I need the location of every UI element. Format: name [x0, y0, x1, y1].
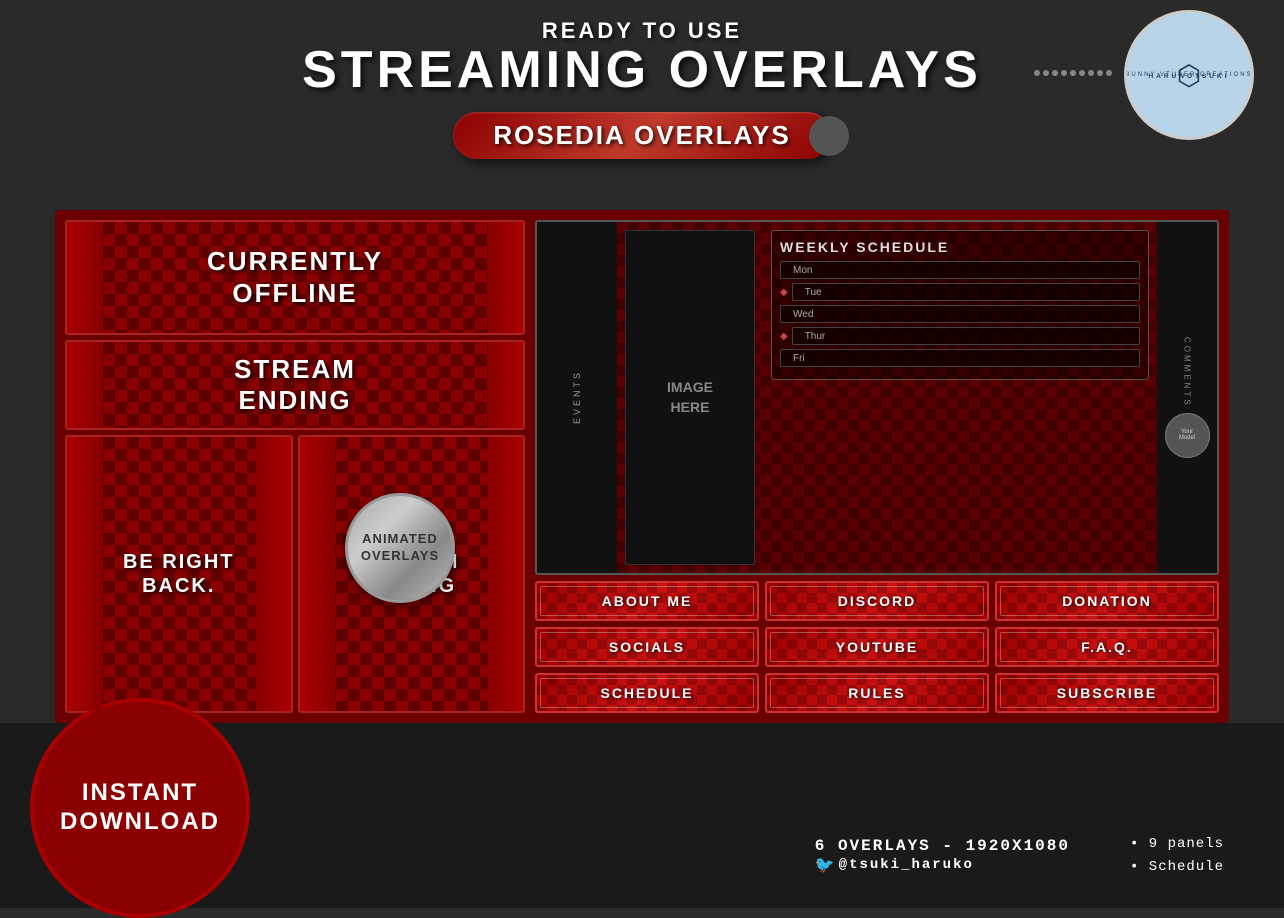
animated-badge-text: ANIMATEDOVERLAYS [361, 531, 439, 565]
offline-text: CURRENTLYOFFLINE [207, 246, 383, 308]
left-panels: CURRENTLYOFFLINE STREAMENDING BE RIGHTBA… [65, 220, 525, 713]
schedule-row-mon: Mon [780, 261, 1140, 279]
socials-label: SOCIALS [545, 639, 749, 655]
image-placeholder-text: IMAGEHERE [667, 378, 713, 417]
panels-count: • 9 panels [1130, 833, 1224, 855]
donation-label: DONATION [1005, 593, 1209, 609]
discord-button[interactable]: DISCORD [765, 581, 989, 621]
faq-label: F.A.Q. [1005, 639, 1209, 655]
image-placeholder-box: IMAGEHERE [625, 230, 755, 565]
schedule-row-thur: ◆ Thur [780, 327, 1140, 345]
schedule-button[interactable]: SCHEDULE [535, 673, 759, 713]
animated-overlays-badge: ANIMATEDOVERLAYS [345, 493, 455, 603]
bottom-bar: INSTANTDOWNLOAD 6 OVERLAYS - 1920X1080 🐦… [0, 723, 1284, 908]
overlay-center: IMAGEHERE WEEKLY SCHEDULE Mon ◆ [617, 222, 1157, 573]
comments-panel: COMMENTS YourModel [1157, 222, 1217, 573]
socials-button[interactable]: SOCIALS [535, 627, 759, 667]
twitter-handle: 🐦 @tsuki_haruko [815, 855, 1070, 875]
stream-ending-text: STREAMENDING [234, 354, 356, 416]
day-mon: Mon [787, 265, 812, 276]
day-thur: Thur [799, 331, 826, 342]
discord-label: DISCORD [775, 593, 979, 609]
schedule-row-wed: Wed [780, 305, 1140, 323]
brand-badge: ROSEDIA OVERLAYS [453, 112, 830, 159]
logo-circle: HARUNOTSUKI ⬡ Bunny Vtuber Creations [1124, 10, 1254, 140]
rules-button[interactable]: RULES [765, 673, 989, 713]
youtube-button[interactable]: YOUTUBE [765, 627, 989, 667]
decorative-dots [1034, 70, 1114, 76]
panel-buttons-grid: ABOUT ME DISCORD DONATION SOCIALS YOUTUB… [535, 581, 1219, 713]
logo-bottom-text: Bunny Vtuber Creations [1125, 72, 1252, 78]
right-section: EVENTS IMAGEHERE WEEKLY SCHEDULE Mon [535, 220, 1219, 713]
bottom-info: 6 OVERLAYS - 1920X1080 🐦 @tsuki_haruko •… [815, 833, 1224, 878]
bottom-features: • 9 panels • Schedule [1130, 833, 1224, 878]
about-me-button[interactable]: ABOUT ME [535, 581, 759, 621]
bottom-specs: 6 OVERLAYS - 1920X1080 🐦 @tsuki_haruko [815, 837, 1070, 875]
brand-name: ROSEDIA OVERLAYS [493, 120, 790, 150]
twitter-username: @tsuki_haruko [839, 857, 974, 873]
model-text: YourModel [1179, 429, 1195, 441]
brb-text: BE RIGHTBACK. [123, 550, 235, 598]
rules-label: RULES [775, 685, 979, 701]
youtube-label: YOUTUBE [775, 639, 979, 655]
schedule-feature: • Schedule [1130, 856, 1224, 878]
events-label: EVENTS [572, 370, 582, 424]
brb-panel: BE RIGHTBACK. [65, 435, 293, 713]
instant-download-text: INSTANTDOWNLOAD [60, 779, 220, 837]
day-tue: Tue [799, 287, 822, 298]
overlays-spec: 6 OVERLAYS - 1920X1080 [815, 837, 1070, 855]
about-me-label: ABOUT ME [545, 593, 749, 609]
schedule-row-fri: Fri [780, 349, 1140, 367]
model-placeholder: YourModel [1165, 413, 1210, 458]
instant-download-circle: INSTANTDOWNLOAD [30, 698, 250, 918]
diamond-icon-tue: ◆ [780, 287, 788, 298]
stream-overlay-area: EVENTS IMAGEHERE WEEKLY SCHEDULE Mon [535, 220, 1219, 575]
faq-button[interactable]: F.A.Q. [995, 627, 1219, 667]
header-section: READY TO USE STREAMING OVERLAYS ROSEDIA … [0, 0, 1284, 169]
diamond-icon-thur: ◆ [780, 331, 788, 342]
donation-button[interactable]: DONATION [995, 581, 1219, 621]
schedule-label: SCHEDULE [545, 685, 749, 701]
day-fri: Fri [787, 353, 805, 364]
subscribe-label: SUBSCRIBE [1005, 685, 1209, 701]
schedule-area: WEEKLY SCHEDULE Mon ◆ Tue [763, 222, 1157, 573]
schedule-row-tue: ◆ Tue [780, 283, 1140, 301]
events-panel: EVENTS [537, 222, 617, 573]
comments-label: COMMENTS [1183, 337, 1192, 408]
day-wed: Wed [787, 309, 813, 320]
schedule-title: WEEKLY SCHEDULE [780, 239, 1140, 255]
main-area: CURRENTLYOFFLINE STREAMENDING BE RIGHTBA… [55, 210, 1229, 723]
bottom-panels-group: BE RIGHTBACK. STREAMENDING [65, 435, 525, 713]
offline-panel: CURRENTLYOFFLINE [65, 220, 525, 335]
twitter-icon: 🐦 [815, 855, 835, 875]
stream-ending-panel: STREAMENDING [65, 340, 525, 430]
subscribe-button[interactable]: SUBSCRIBE [995, 673, 1219, 713]
